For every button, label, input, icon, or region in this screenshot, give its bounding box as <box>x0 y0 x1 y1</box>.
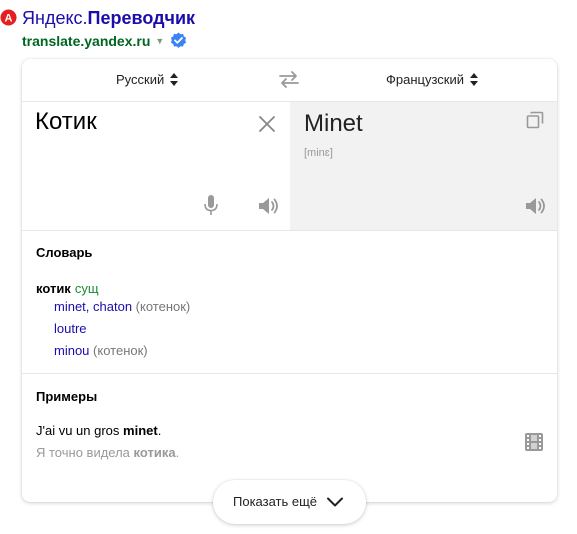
url-dropdown-arrow-icon[interactable]: ▼ <box>155 36 164 46</box>
dictionary-item-note: (котенок) <box>93 343 148 358</box>
sort-updown-icon <box>470 73 478 86</box>
swap-languages-icon[interactable] <box>279 71 299 88</box>
example-source-end: . <box>157 423 162 438</box>
copy-icon[interactable] <box>526 111 544 129</box>
language-bar: Русский Французский <box>22 59 557 102</box>
svg-text:A: A <box>5 13 13 25</box>
yandex-favicon: A <box>0 9 17 26</box>
show-more-label: Показать ещё <box>233 494 318 509</box>
speaker-icon[interactable] <box>258 196 280 216</box>
translation-text: Minet <box>304 110 363 137</box>
target-language-label: Французский <box>386 72 464 87</box>
dictionary-item-text[interactable]: minou <box>54 343 89 358</box>
target-language-select[interactable]: Французский <box>386 72 478 87</box>
example-translation: Я точно видела котика. <box>36 445 179 460</box>
example-translation-text: Я точно видела <box>36 445 134 460</box>
speaker-icon[interactable] <box>525 196 547 216</box>
dictionary-item-note: (котенок) <box>135 299 191 314</box>
result-url[interactable]: translate.yandex.ru <box>22 33 150 49</box>
dictionary-heading: Словарь <box>36 245 93 260</box>
examples-heading: Примеры <box>36 389 98 404</box>
sort-updown-icon <box>170 73 179 86</box>
result-title-bold: Переводчик <box>87 8 196 28</box>
example-translation-end: . <box>175 445 180 460</box>
divider <box>22 373 557 374</box>
chevron-down-icon <box>327 497 343 507</box>
dictionary-item[interactable]: minet, chaton (котенок) <box>54 299 190 314</box>
dictionary-item[interactable]: loutre <box>54 321 87 336</box>
divider <box>22 230 557 231</box>
film-icon[interactable] <box>524 432 544 452</box>
translator-card: Русский Французский Котик Minet [minɛ] С… <box>22 59 557 502</box>
dictionary-word: котик сущ <box>36 281 99 296</box>
verified-check-icon <box>171 32 187 48</box>
source-language-label: Русский <box>116 72 165 87</box>
part-of-speech: сущ <box>74 281 99 296</box>
example-translation-highlight: котика <box>133 445 176 460</box>
translation-pane: Minet [minɛ] <box>290 102 557 230</box>
dictionary-item[interactable]: minou (котенок) <box>54 343 148 358</box>
result-title[interactable]: Яндекс.Переводчик <box>22 8 195 29</box>
transcription: [minɛ] <box>304 147 333 159</box>
result-title-plain: Яндекс. <box>22 8 88 28</box>
clear-text-icon[interactable] <box>258 115 276 133</box>
example-source-highlight: minet <box>123 423 158 438</box>
source-language-select[interactable]: Русский <box>116 72 179 87</box>
microphone-icon[interactable] <box>204 195 218 216</box>
show-more-button[interactable]: Показать ещё <box>213 480 366 524</box>
source-text[interactable]: Котик <box>35 108 97 136</box>
example-source-text: J'ai vu un gros <box>36 423 124 438</box>
dictionary-item-text[interactable]: loutre <box>54 321 87 336</box>
dictionary-headword: котик <box>36 281 71 296</box>
source-text-pane[interactable]: Котик <box>22 102 290 230</box>
dictionary-item-text[interactable]: minet, chaton <box>54 299 132 314</box>
result-url-line: translate.yandex.ru ▼ <box>22 32 187 49</box>
example-source: J'ai vu un gros minet. <box>36 423 161 438</box>
